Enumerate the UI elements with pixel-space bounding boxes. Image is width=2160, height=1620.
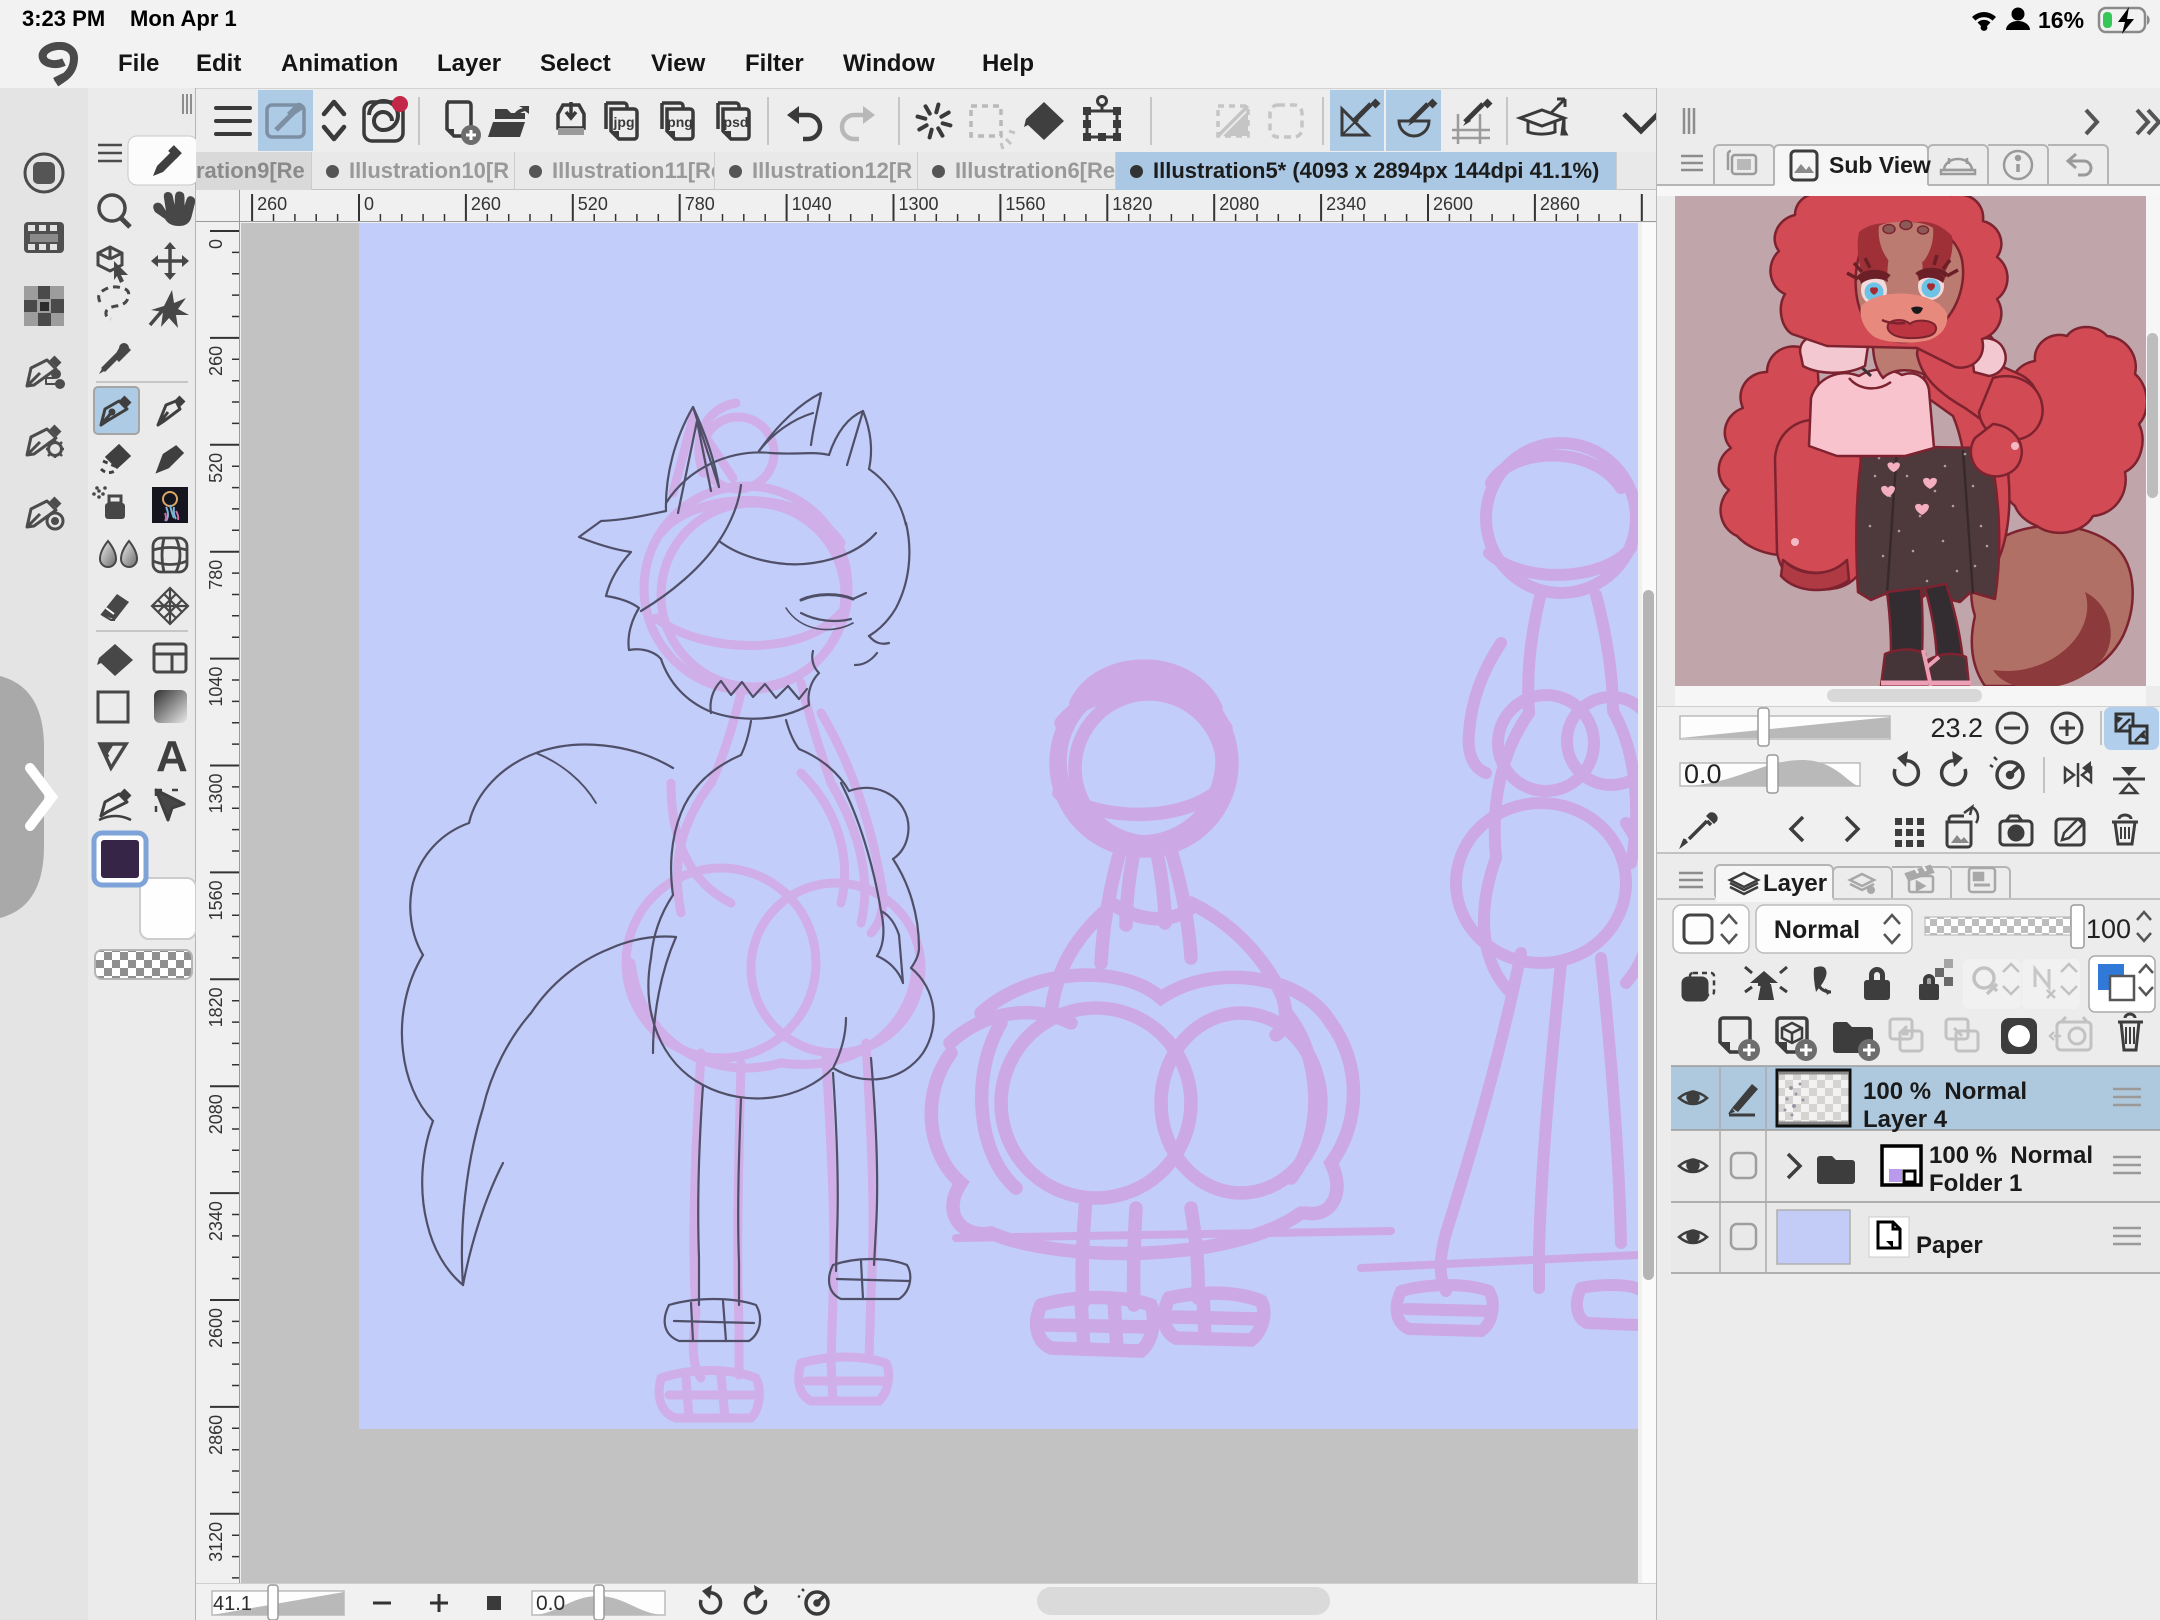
svg-text:psd: psd — [724, 114, 749, 130]
svg-text:1560: 1560 — [1005, 194, 1045, 214]
svg-text:100 % Normal: 100 % Normal — [1863, 1078, 2027, 1105]
svg-text:2340: 2340 — [206, 1201, 226, 1241]
svg-text:520: 520 — [206, 453, 226, 483]
svg-text:Layer 4: Layer 4 — [1863, 1106, 1948, 1133]
svg-text:260: 260 — [206, 346, 226, 376]
svg-text:Sub View: Sub View — [1829, 152, 1931, 178]
svg-text:1820: 1820 — [206, 987, 226, 1027]
svg-text:2860: 2860 — [206, 1415, 226, 1455]
svg-text:3120: 3120 — [206, 1522, 226, 1562]
svg-text:780: 780 — [206, 560, 226, 590]
svg-text:Normal: Normal — [1774, 916, 1860, 944]
svg-text:2600: 2600 — [206, 1308, 226, 1348]
svg-text:png: png — [667, 114, 693, 130]
svg-text:1040: 1040 — [206, 667, 226, 707]
svg-text:2340: 2340 — [1326, 194, 1366, 214]
svg-text:1560: 1560 — [206, 880, 226, 920]
svg-text:0.0: 0.0 — [1684, 759, 1722, 789]
svg-text:780: 780 — [685, 194, 715, 214]
svg-text:2600: 2600 — [1433, 194, 1473, 214]
svg-text:1820: 1820 — [1112, 194, 1152, 214]
svg-text:2080: 2080 — [206, 1094, 226, 1134]
svg-text:0.0: 0.0 — [536, 1592, 565, 1615]
svg-text:41.1: 41.1 — [213, 1593, 252, 1615]
svg-text:2080: 2080 — [1219, 194, 1259, 214]
svg-text:1300: 1300 — [206, 774, 226, 814]
svg-text:0: 0 — [206, 239, 226, 249]
svg-text:260: 260 — [257, 194, 287, 214]
svg-text:2860: 2860 — [1540, 194, 1580, 214]
svg-text:100: 100 — [2086, 914, 2131, 944]
svg-text:Layer: Layer — [1763, 870, 1827, 897]
svg-text:0: 0 — [364, 194, 374, 214]
svg-text:Paper: Paper — [1916, 1232, 1983, 1259]
svg-text:A: A — [156, 732, 188, 781]
svg-text:260: 260 — [471, 194, 501, 214]
svg-text:jpg: jpg — [613, 114, 635, 130]
svg-text:100 % Normal: 100 % Normal — [1929, 1142, 2093, 1169]
svg-text:23.2: 23.2 — [1930, 713, 1983, 743]
svg-text:1300: 1300 — [899, 194, 939, 214]
svg-text:16%: 16% — [2038, 7, 2084, 33]
svg-text:520: 520 — [578, 194, 608, 214]
svg-text:1040: 1040 — [792, 194, 832, 214]
svg-text:Folder 1: Folder 1 — [1929, 1170, 2022, 1197]
